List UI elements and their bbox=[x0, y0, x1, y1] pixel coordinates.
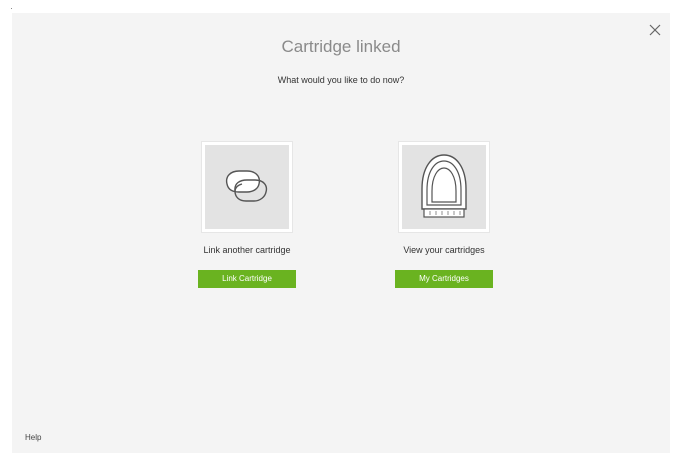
dialog-title: Cartridge linked bbox=[281, 37, 401, 56]
link-cartridge-label: Link another cartridge bbox=[203, 245, 291, 255]
link-cartridge-option: Link another cartridge Link Cartridge bbox=[172, 141, 322, 288]
close-button[interactable] bbox=[648, 23, 662, 37]
cartridge-linked-dialog: Cartridge linked What would you like to … bbox=[12, 13, 670, 453]
view-cartridges-tile[interactable] bbox=[398, 141, 490, 233]
link-chain-icon bbox=[225, 170, 268, 202]
help-link[interactable]: Help bbox=[25, 433, 41, 442]
corner-mark bbox=[11, 8, 12, 9]
dialog-subtitle: What would you like to do now? bbox=[277, 75, 405, 85]
cartridge-icon bbox=[421, 154, 467, 218]
view-cartridges-label: View your cartridges bbox=[403, 245, 485, 255]
link-cartridge-tile[interactable] bbox=[201, 141, 293, 233]
my-cartridges-button[interactable]: My Cartridges bbox=[395, 270, 493, 288]
close-icon bbox=[649, 24, 661, 36]
link-cartridge-button[interactable]: Link Cartridge bbox=[198, 270, 296, 288]
view-cartridges-option: View your cartridges My Cartridges bbox=[369, 141, 519, 288]
